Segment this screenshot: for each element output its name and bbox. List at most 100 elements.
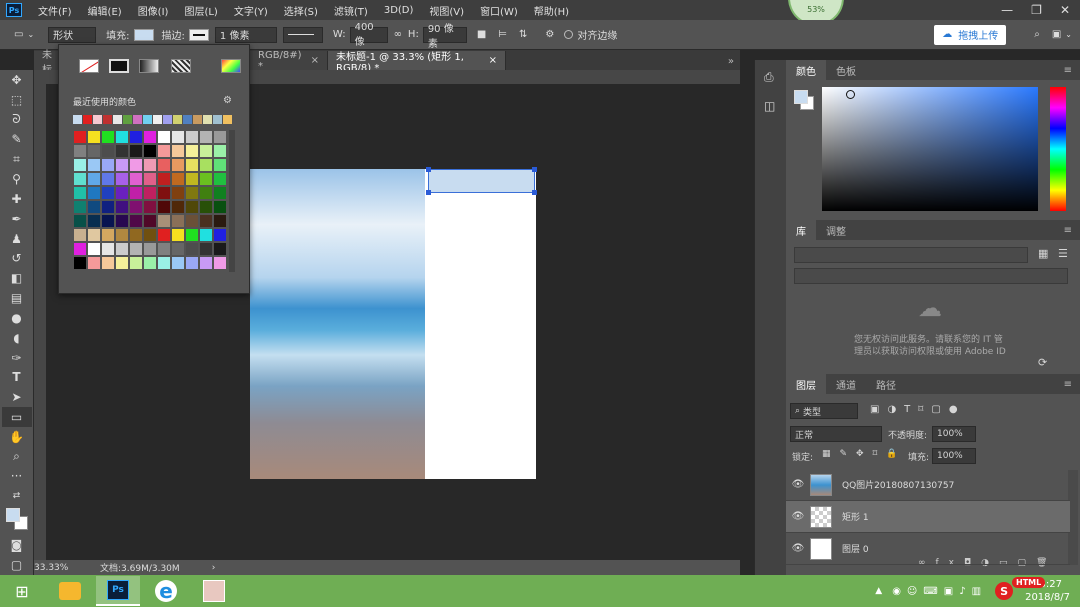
- color-swatch[interactable]: [171, 130, 185, 144]
- sogou-icon[interactable]: S: [995, 582, 1014, 600]
- history-icon[interactable]: ⎙: [764, 70, 786, 85]
- quick-select-tool-icon[interactable]: ✎: [2, 129, 32, 149]
- link-icon[interactable]: ∞: [394, 29, 402, 40]
- layer-filter-icons[interactable]: ▣◑T⌑▢●: [870, 404, 966, 415]
- color-swatch[interactable]: [115, 130, 129, 144]
- color-swatch[interactable]: [157, 158, 171, 172]
- document-photo-layer[interactable]: [250, 169, 426, 479]
- color-swatch[interactable]: [143, 214, 157, 228]
- color-swatch[interactable]: [143, 158, 157, 172]
- menu-view[interactable]: 视图(V): [421, 3, 472, 18]
- recent-color-swatch[interactable]: [83, 115, 92, 124]
- menu-3d[interactable]: 3D(D): [376, 5, 422, 16]
- color-swatch[interactable]: [129, 200, 143, 214]
- color-swatch[interactable]: [157, 242, 171, 256]
- minimize-icon[interactable]: —: [1001, 3, 1013, 17]
- sync-icon[interactable]: ⟳: [1038, 356, 1047, 369]
- menu-filter[interactable]: 滤镜(T): [326, 3, 376, 18]
- tab-qq-image[interactable]: RGB/8#) * ×: [250, 50, 328, 72]
- upload-button[interactable]: ☁ 拖拽上传: [934, 24, 1007, 45]
- color-swatch[interactable]: [213, 172, 227, 186]
- color-swatch[interactable]: [171, 172, 185, 186]
- tab-channels[interactable]: 通道: [826, 374, 866, 394]
- photoshop-taskbar-button[interactable]: Ps: [96, 576, 140, 606]
- path-select-tool-icon[interactable]: ➤: [2, 387, 32, 407]
- color-swatch[interactable]: [199, 158, 213, 172]
- color-swatches[interactable]: [2, 506, 32, 535]
- close-icon[interactable]: ✕: [1060, 3, 1070, 17]
- recent-color-swatch[interactable]: [143, 115, 152, 124]
- color-swatch[interactable]: [101, 256, 115, 270]
- color-swatch[interactable]: [171, 242, 185, 256]
- color-swatch[interactable]: [157, 214, 171, 228]
- dodge-tool-icon[interactable]: ◖: [2, 328, 32, 348]
- recent-color-swatch[interactable]: [213, 115, 222, 124]
- color-swatch[interactable]: [157, 228, 171, 242]
- layer-row-layer-0[interactable]: 👁 图层 0: [786, 533, 1070, 565]
- recent-color-swatch[interactable]: [183, 115, 192, 124]
- recent-color-swatch[interactable]: [193, 115, 202, 124]
- color-swatch[interactable]: [171, 186, 185, 200]
- color-swatch[interactable]: [73, 186, 87, 200]
- menu-help[interactable]: 帮助(H): [526, 3, 577, 18]
- app-button[interactable]: [192, 576, 236, 606]
- hand-tool-icon[interactable]: ✋: [2, 427, 32, 447]
- tab-untitled-a[interactable]: 未标: [34, 50, 60, 76]
- color-swatch[interactable]: [199, 242, 213, 256]
- more-tools-icon[interactable]: ···: [2, 467, 32, 487]
- color-swatch[interactable]: [199, 214, 213, 228]
- path-arrangement-icon[interactable]: ⇅: [519, 29, 527, 40]
- double-chevron-icon[interactable]: »: [728, 56, 734, 67]
- library-search[interactable]: [794, 268, 1068, 284]
- gear-icon[interactable]: ⚙: [223, 95, 232, 106]
- eraser-tool-icon[interactable]: ◧: [2, 268, 32, 288]
- color-swatch[interactable]: [199, 130, 213, 144]
- list-view-icon[interactable]: ☰: [1058, 247, 1068, 260]
- color-swatch[interactable]: [101, 228, 115, 242]
- hue-slider[interactable]: [1050, 87, 1066, 211]
- color-swatch[interactable]: [143, 256, 157, 270]
- healing-tool-icon[interactable]: ✚: [2, 189, 32, 209]
- color-swatch[interactable]: [115, 144, 129, 158]
- library-select[interactable]: [794, 247, 1028, 263]
- color-swatch[interactable]: [199, 186, 213, 200]
- menu-image[interactable]: 图像(I): [130, 3, 177, 18]
- color-swatch[interactable]: [185, 144, 199, 158]
- color-swatch[interactable]: [213, 158, 227, 172]
- recent-color-swatch[interactable]: [133, 115, 142, 124]
- color-swatch[interactable]: [101, 158, 115, 172]
- color-swatch[interactable]: [185, 200, 199, 214]
- color-swatch[interactable]: [87, 158, 101, 172]
- menu-file[interactable]: 文件(F): [30, 3, 80, 18]
- color-swatch[interactable]: [101, 172, 115, 186]
- menu-window[interactable]: 窗口(W): [472, 3, 526, 18]
- transform-handle[interactable]: [426, 167, 431, 172]
- tab-color[interactable]: 颜色: [786, 60, 826, 80]
- color-field[interactable]: [822, 87, 1038, 211]
- color-swatch[interactable]: [143, 200, 157, 214]
- color-swatch[interactable]: [157, 200, 171, 214]
- chevron-down-icon[interactable]: ⌄: [27, 30, 34, 39]
- recent-color-swatch[interactable]: [113, 115, 122, 124]
- menu-layer[interactable]: 图层(L): [176, 3, 225, 18]
- tab-paths[interactable]: 路径: [866, 374, 906, 394]
- color-swatch[interactable]: [73, 214, 87, 228]
- layer-kind-filter[interactable]: ⌕ 类型: [790, 403, 858, 419]
- brush-tool-icon[interactable]: ✒: [2, 209, 32, 229]
- color-swatch[interactable]: [73, 172, 87, 186]
- pen-tool-icon[interactable]: ✑: [2, 348, 32, 368]
- color-swatch[interactable]: [73, 200, 87, 214]
- color-swatch[interactable]: [87, 242, 101, 256]
- color-swatch[interactable]: [143, 242, 157, 256]
- color-swatch[interactable]: [101, 214, 115, 228]
- color-swatch[interactable]: [129, 242, 143, 256]
- lock-icons[interactable]: ▦✎✥⌑🔒: [822, 449, 906, 459]
- properties-icon[interactable]: ◫: [764, 99, 786, 113]
- panel-menu-icon[interactable]: ≡: [1064, 379, 1072, 390]
- color-swatch[interactable]: [87, 186, 101, 200]
- gradient-swatch[interactable]: [139, 59, 159, 73]
- color-swatch[interactable]: [213, 144, 227, 158]
- color-swatch[interactable]: [101, 200, 115, 214]
- panel-menu-icon[interactable]: ≡: [1064, 225, 1072, 236]
- color-swatch[interactable]: [157, 186, 171, 200]
